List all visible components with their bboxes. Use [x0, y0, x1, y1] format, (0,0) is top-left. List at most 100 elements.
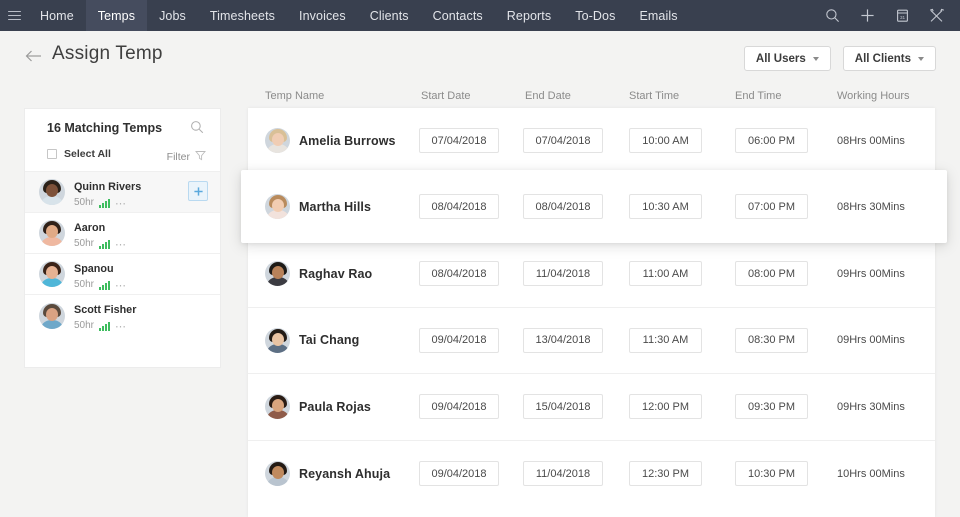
back-arrow-icon[interactable]	[25, 47, 43, 65]
nav-item-home[interactable]: Home	[28, 0, 86, 31]
start-date-field[interactable]: 09/04/2018	[419, 328, 499, 353]
table-row[interactable]: Reyansh Ahuja 09/04/2018 11/04/2018 12:30 P…	[248, 441, 935, 508]
temp-name: Spanou	[74, 263, 114, 275]
end-date-field[interactable]: 07/04/2018	[523, 128, 603, 153]
end-date-field[interactable]: 11/04/2018	[523, 261, 603, 286]
start-time-field[interactable]: 10:00 AM	[629, 128, 702, 153]
ellipsis-icon[interactable]: ⋯	[115, 323, 127, 331]
list-item[interactable]: Scott Fisher50hr⋯	[25, 295, 220, 336]
column-header-working-hours: Working Hours	[837, 90, 910, 102]
matching-temps-count: 16 Matching Temps	[47, 121, 162, 135]
end-date-field[interactable]: 13/04/2018	[523, 328, 603, 353]
calendar-day-label: 31	[899, 15, 905, 20]
avatar	[265, 461, 290, 486]
end-time-field[interactable]: 06:00 PM	[735, 128, 808, 153]
column-header-start-time: Start Time	[629, 90, 679, 102]
table-row[interactable]: Tai Chang 09/04/2018 13/04/2018 11:30 AM 08:…	[248, 308, 935, 375]
nav-item-contacts[interactable]: Contacts	[421, 0, 495, 31]
nav-item-to-dos[interactable]: To-Dos	[563, 0, 627, 31]
signal-bars-icon	[99, 240, 110, 249]
nav-item-emails[interactable]: Emails	[627, 0, 689, 31]
start-date-field[interactable]: 08/04/2018	[419, 261, 499, 286]
avatar	[265, 394, 290, 419]
start-date-field[interactable]: 08/04/2018	[419, 194, 499, 219]
start-date-field[interactable]: 09/04/2018	[419, 394, 499, 419]
end-time-field[interactable]: 08:30 PM	[735, 328, 808, 353]
row-temp-name: Reyansh Ahuja	[265, 461, 390, 486]
temp-name: Tai Chang	[299, 333, 359, 347]
temp-info: Scott Fisher50hr⋯	[74, 300, 136, 331]
add-icon[interactable]	[858, 7, 876, 25]
start-time-field[interactable]: 12:30 PM	[629, 461, 702, 486]
table-row[interactable]: Amelia Burrows 07/04/2018 07/04/2018 10:00 …	[248, 108, 935, 175]
signal-bars-icon	[99, 322, 110, 331]
table-row[interactable]: Raghav Rao 08/04/2018 11/04/2018 11:00 AM 08…	[248, 241, 935, 308]
header-filters: All Users All Clients	[744, 46, 936, 71]
end-time-field[interactable]: 10:30 PM	[735, 461, 808, 486]
temp-name: Reyansh Ahuja	[299, 467, 390, 481]
start-date-field[interactable]: 09/04/2018	[419, 461, 499, 486]
table-row[interactable]: Paula Rojas 09/04/2018 15/04/2018 12:00 PM 0…	[248, 374, 935, 441]
end-time-field[interactable]: 07:00 PM	[735, 194, 808, 219]
temp-info: Quinn Rivers 50hr ⋯	[74, 177, 141, 208]
nav-item-clients[interactable]: Clients	[358, 0, 421, 31]
temp-name: Amelia Burrows	[299, 134, 396, 148]
all-users-dropdown[interactable]: All Users	[744, 46, 831, 71]
avatar	[39, 220, 65, 246]
nav-item-invoices[interactable]: Invoices	[287, 0, 358, 31]
list-item[interactable]: Quinn Rivers 50hr ⋯	[25, 172, 220, 213]
temp-hours: 50hr	[74, 198, 94, 208]
page-title: Assign Temp	[52, 43, 163, 65]
list-item[interactable]: Spanou50hr⋯	[25, 254, 220, 295]
avatar	[265, 261, 290, 286]
working-hours-value: 08Hrs 30Mins	[837, 201, 905, 213]
all-clients-dropdown[interactable]: All Clients	[843, 46, 936, 71]
ellipsis-icon[interactable]: ⋯	[115, 282, 127, 290]
avatar	[265, 194, 290, 219]
select-all-checkbox[interactable]: Select All	[47, 148, 111, 160]
end-time-field[interactable]: 09:30 PM	[735, 394, 808, 419]
ellipsis-icon[interactable]: ⋯	[115, 241, 127, 249]
nav-item-jobs[interactable]: Jobs	[147, 0, 198, 31]
row-temp-name: Amelia Burrows	[265, 128, 396, 153]
hamburger-menu-icon[interactable]	[0, 0, 28, 31]
start-time-field[interactable]: 10:30 AM	[629, 194, 702, 219]
temp-hours: 50hr	[74, 239, 94, 249]
start-time-field[interactable]: 12:00 PM	[629, 394, 702, 419]
end-time-field[interactable]: 08:00 PM	[735, 261, 808, 286]
column-header-temp-name: Temp Name	[265, 90, 324, 102]
table-row-elevated[interactable]: Martha Hills 08/04/2018 08/04/2018 10:30 AM…	[241, 170, 947, 243]
matching-temps-list: Quinn Rivers50hr⋯Aaron50hr⋯Spanou50hr⋯Sc…	[25, 171, 220, 336]
start-time-field[interactable]: 11:30 AM	[629, 328, 702, 353]
temp-name: Raghav Rao	[299, 267, 372, 281]
temp-name: Quinn Rivers	[74, 181, 141, 193]
checkbox-box	[47, 149, 57, 159]
temp-name: Aaron	[74, 222, 105, 234]
temp-info: Spanou50hr⋯	[74, 259, 127, 290]
tools-icon[interactable]	[928, 7, 946, 25]
start-date-field[interactable]: 07/04/2018	[419, 128, 499, 153]
temp-name: Scott Fisher	[74, 304, 136, 316]
nav-item-temps[interactable]: Temps	[86, 0, 147, 31]
working-hours-value: 09Hrs 00Mins	[837, 334, 905, 346]
nav-item-reports[interactable]: Reports	[495, 0, 563, 31]
ellipsis-icon[interactable]: ⋯	[115, 200, 127, 208]
add-temp-button[interactable]	[188, 181, 208, 201]
end-date-field[interactable]: 11/04/2018	[523, 461, 603, 486]
search-icon[interactable]	[190, 120, 204, 134]
working-hours-value: 09Hrs 30Mins	[837, 401, 905, 413]
row-temp-name: Tai Chang	[265, 328, 359, 353]
list-item[interactable]: Aaron 50hr ⋯	[25, 213, 220, 254]
calendar-icon[interactable]: 31	[893, 7, 911, 25]
search-icon[interactable]	[823, 7, 841, 25]
all-clients-label: All Clients	[855, 53, 911, 65]
start-time-field[interactable]: 11:00 AM	[629, 261, 702, 286]
nav-item-timesheets[interactable]: Timesheets	[198, 0, 287, 31]
filter-button[interactable]: Filter	[167, 148, 206, 166]
end-date-field[interactable]: 15/04/2018	[523, 394, 603, 419]
temp-name: Martha Hills	[299, 200, 371, 214]
column-header-end-date: End Date	[525, 90, 571, 102]
end-date-field[interactable]: 08/04/2018	[523, 194, 603, 219]
navbar-actions: 31	[823, 0, 960, 31]
row-temp-name: Paula Rojas	[265, 394, 371, 419]
